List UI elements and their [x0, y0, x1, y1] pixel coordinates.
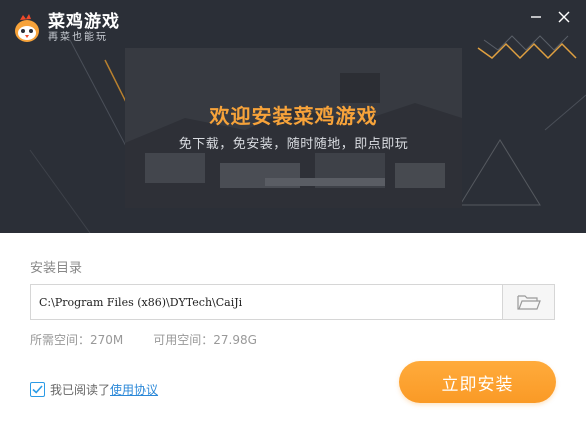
- app-logo: 菜鸡游戏 再菜也能玩: [12, 13, 120, 44]
- browse-folder-button[interactable]: [502, 285, 554, 319]
- app-subtitle: 再菜也能玩: [48, 32, 108, 43]
- required-space: 所需空间：270M: [30, 333, 124, 347]
- header-panel: 菜鸡游戏 再菜也能玩 欢迎安装菜鸡游戏 免下载，免安装，随时随地，即点即玩: [0, 0, 586, 233]
- agreement-row: 我已阅读了 使用协议: [30, 381, 158, 398]
- agree-checkbox[interactable]: [30, 382, 45, 397]
- minimize-icon: [531, 16, 541, 18]
- close-button[interactable]: [555, 8, 573, 26]
- close-icon: [558, 11, 570, 23]
- app-title: 菜鸡游戏: [48, 12, 120, 32]
- terms-link[interactable]: 使用协议: [110, 381, 158, 398]
- mascot-icon: [15, 13, 39, 42]
- checkmark-icon: [32, 385, 43, 394]
- banner-subtitle: 免下载，免安装，随时随地，即点即玩: [178, 137, 409, 152]
- install-path-box: [30, 284, 555, 320]
- install-dir-label: 安装目录: [30, 261, 83, 276]
- install-button[interactable]: 立即安装: [399, 361, 556, 403]
- banner-title: 欢迎安装菜鸡游戏: [209, 104, 378, 128]
- disk-space-info: 所需空间：270M 可用空间：27.98G: [30, 331, 257, 348]
- welcome-banner: 欢迎安装菜鸡游戏 免下载，免安装，随时随地，即点即玩: [125, 48, 462, 208]
- install-path-input[interactable]: [31, 285, 502, 319]
- minimize-button[interactable]: [527, 8, 545, 26]
- folder-icon: [516, 295, 541, 310]
- available-space: 可用空间：27.98G: [153, 333, 257, 347]
- agree-text: 我已阅读了: [50, 383, 111, 397]
